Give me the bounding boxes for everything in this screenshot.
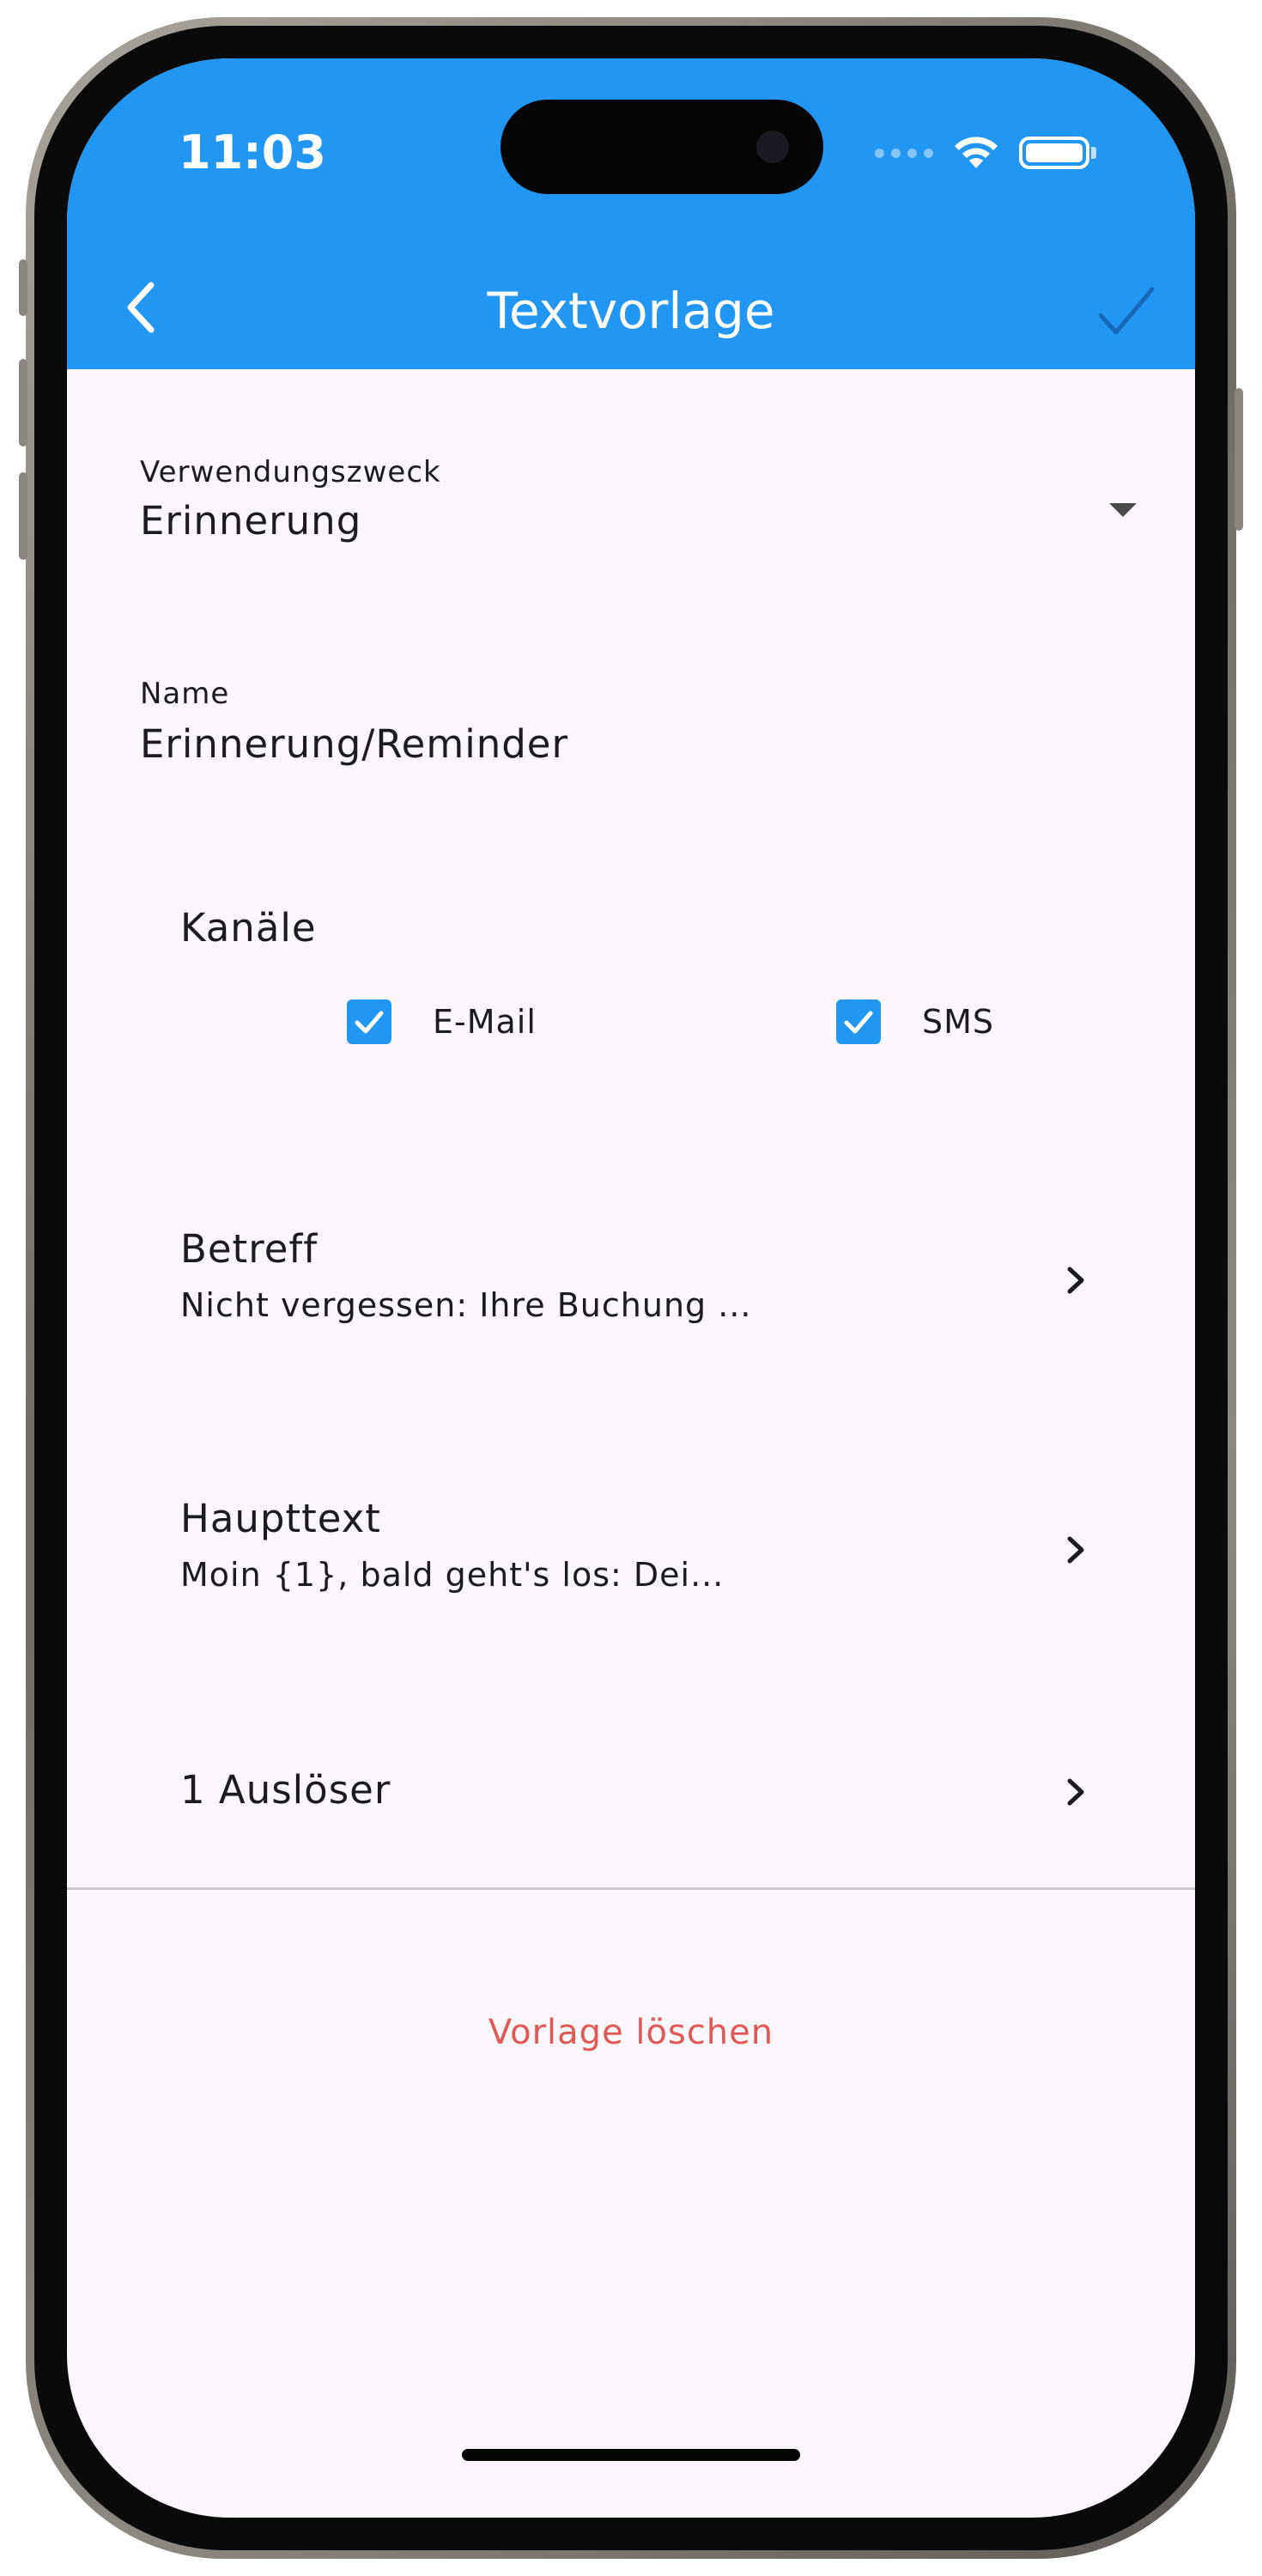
purpose-label: Verwendungszweck [140, 455, 441, 489]
power-button [1235, 388, 1243, 531]
checkmark-icon [355, 1011, 384, 1034]
status-time: 11:03 [179, 125, 326, 179]
sms-checkbox-label: SMS [922, 1003, 995, 1041]
list-item-body[interactable]: Haupttext Moin {1}, bald geht's los: Dei… [67, 1496, 1195, 1650]
list-item-triggers[interactable]: 1 Auslöser [67, 1767, 1195, 1853]
action-button [19, 259, 27, 316]
bezel: 11:03 Textvorlage Verwendungszweck Erinn… [34, 26, 1228, 2550]
app-bar: 11:03 Textvorlage [67, 58, 1195, 369]
delete-template-button[interactable]: Vorlage löschen [67, 2013, 1195, 2052]
dropdown-arrow-icon [1109, 503, 1137, 517]
camera-icon [756, 131, 789, 163]
volume-down-button [19, 472, 27, 560]
email-checkbox-box[interactable] [347, 999, 391, 1044]
check-icon[interactable] [1092, 277, 1161, 346]
home-indicator[interactable] [462, 2449, 800, 2461]
email-checkbox-label: E-Mail [433, 1003, 537, 1041]
list-item-subject[interactable]: Betreff Nicht vergessen: Ihre Buchung ..… [67, 1226, 1195, 1381]
chevron-right-icon [1067, 1536, 1084, 1564]
chevron-right-icon [1067, 1267, 1084, 1294]
volume-up-button [19, 359, 27, 447]
sms-checkbox-box[interactable] [836, 999, 881, 1044]
dynamic-island [501, 100, 823, 194]
screen: 11:03 Textvorlage Verwendungszweck Erinn… [67, 58, 1195, 2518]
page-title: Textvorlage [487, 282, 775, 340]
status-icons [875, 134, 1096, 172]
cellular-signal-icon [875, 148, 933, 158]
triggers-title: 1 Auslöser [180, 1767, 391, 1813]
subject-title: Betreff [180, 1226, 319, 1272]
body-title: Haupttext [180, 1496, 381, 1541]
purpose-value: Erinnerung [140, 498, 362, 544]
wifi-icon [955, 137, 998, 168]
checkmark-icon [844, 1011, 873, 1034]
name-value: Erinnerung/Reminder [140, 721, 568, 767]
channels-title: Kanäle [180, 905, 317, 951]
subject-preview: Nicht vergessen: Ihre Buchung ... [180, 1286, 752, 1324]
chevron-right-icon [1067, 1778, 1084, 1806]
phone-frame: 11:03 Textvorlage Verwendungszweck Erinn… [19, 17, 1243, 2559]
name-label: Name [140, 677, 230, 711]
body-preview: Moin {1}, bald geht's los: Dei... [180, 1556, 725, 1594]
divider [67, 1887, 1195, 1890]
battery-icon [1019, 137, 1096, 169]
